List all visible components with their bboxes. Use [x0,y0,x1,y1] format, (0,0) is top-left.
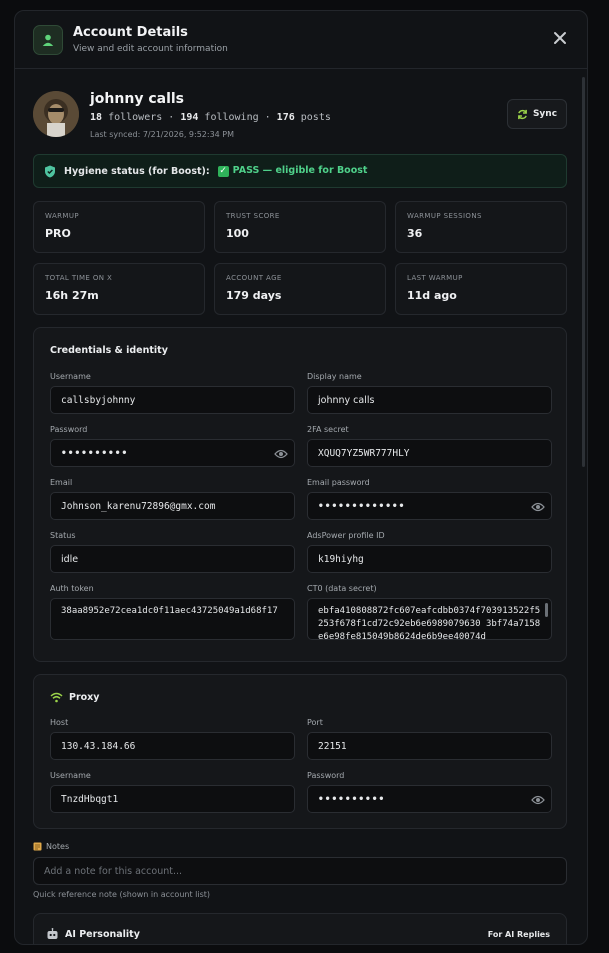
email-password-value: ••••••••••••• [318,500,406,512]
auth-token-label: Auth token [50,584,94,593]
password-field[interactable]: •••••••••• [50,439,295,467]
status-field[interactable]: idle [50,545,295,573]
stat-card-total-time: TOTAL TIME ON X 16h 27m [33,263,205,315]
stat-value: PRO [45,227,71,240]
robot-icon [47,928,58,939]
port-label: Port [307,718,323,727]
sync-button[interactable]: Sync [507,99,567,129]
refresh-icon [518,109,527,119]
textarea-scrollbar[interactable] [545,603,548,617]
shield-icon [45,165,55,177]
display-name-field[interactable]: johnny calls [307,386,552,414]
ct0-field[interactable]: ebfa410808872fc607eafcdbb0374f703913522f… [307,598,552,640]
port-field[interactable]: 22151 [307,732,552,760]
stat-value: 100 [226,227,249,240]
account-details-modal: Account Details View and edit account in… [14,10,588,945]
proxy-password-value: •••••••••• [318,793,386,805]
page-title: Account Details [73,25,188,40]
credentials-section: Credentials & identity Username callsbyj… [33,327,567,662]
notes-input[interactable]: Add a note for this account... [33,857,567,885]
user-icon [33,25,63,55]
stat-label: WARMUP SESSIONS [407,212,482,220]
stat-card-warmup: WARMUP PRO [33,201,205,253]
stat-value: 36 [407,227,423,240]
modal-header: Account Details View and edit account in… [15,11,587,69]
email-password-label: Email password [307,478,370,487]
stat-card-warmup-sessions: WARMUP SESSIONS 36 [395,201,567,253]
wifi-icon [50,692,63,703]
notepad-icon [33,842,42,851]
eye-icon[interactable] [531,501,545,513]
avatar [33,91,79,137]
proxy-username-field[interactable]: TnzdHbqgt1 [50,785,295,813]
hygiene-value: PASS — eligible for Boost [232,165,368,176]
stat-value: 11d ago [407,289,457,302]
auth-token-field[interactable]: 38aa8952e72cea1dc0f11aec43725049a1d68f17 [50,598,295,640]
notes-help: Quick reference note (shown in account l… [33,890,211,899]
stat-label: TOTAL TIME ON X [45,274,113,282]
status-label: Status [50,531,76,540]
followers-label: followers [108,112,163,123]
email-label: Email [50,478,73,487]
stat-value: 16h 27m [45,289,99,302]
following-count: 194 [180,112,199,123]
proxy-password-field[interactable]: •••••••••• [307,785,552,813]
adspower-field[interactable]: k19hiyhg [307,545,552,573]
hygiene-label: Hygiene status (for Boost): [64,165,210,177]
ct0-value: ebfa410808872fc607eafcdbb0374f703913522f… [318,606,541,640]
followers-count: 18 [90,112,103,123]
stat-card-trust-score: TRUST SCORE 100 [214,201,386,253]
display-name-label: Display name [307,372,362,381]
eye-icon[interactable] [531,794,545,806]
check-icon: ✓ [217,166,229,177]
sync-label: Sync [532,109,558,119]
follow-stats: 18 followers · 194 following · 176 posts [90,112,331,123]
host-field[interactable]: 130.43.184.66 [50,732,295,760]
stat-label: WARMUP [45,212,79,220]
stat-card-last-warmup: LAST WARMUP 11d ago [395,263,567,315]
twofa-label: 2FA secret [307,425,349,434]
password-value: •••••••••• [61,447,129,459]
stat-label: TRUST SCORE [226,212,280,220]
close-icon[interactable] [551,29,569,47]
following-label: following [204,112,259,123]
ai-title-text: AI Personality [65,928,140,940]
ai-personality-title: AI Personality [46,928,140,940]
stat-label: ACCOUNT AGE [226,274,282,282]
twofa-field[interactable]: XQUQ7YZ5WR777HLY [307,439,552,467]
username-field[interactable]: callsbyjohnny [50,386,295,414]
email-password-field[interactable]: ••••••••••••• [307,492,552,520]
last-synced: Last synced: 7/21/2026, 9:52:34 PM [90,130,235,139]
posts-count: 176 [276,112,295,123]
adspower-label: AdsPower profile ID [307,531,385,540]
notes-label-text: Notes [46,842,70,851]
modal-scrollbar[interactable] [582,77,585,467]
notes-label: Notes [33,842,69,851]
proxy-username-label: Username [50,771,91,780]
section-title: Proxy [50,692,100,703]
email-field[interactable]: Johnson_karenu72896@gmx.com [50,492,295,520]
proxy-title: Proxy [69,692,100,703]
ai-replies-label: For AI Replies [487,930,550,939]
proxy-password-label: Password [307,771,345,780]
ct0-label: CT0 (data secret) [307,584,377,593]
posts-label: posts [300,112,331,123]
stat-card-account-age: ACCOUNT AGE 179 days [214,263,386,315]
hygiene-status-banner: Hygiene status (for Boost): ✓ PASS — elig… [33,154,567,188]
username-label: Username [50,372,91,381]
stat-value: 179 days [226,289,282,302]
page-subtitle: View and edit account information [73,44,228,54]
account-name: johnny calls [90,91,184,107]
ai-personality-section: AI Personality For AI Replies [33,913,567,944]
password-label: Password [50,425,88,434]
stat-label: LAST WARMUP [407,274,463,282]
section-title: Credentials & identity [50,345,168,356]
proxy-section: Proxy Host 130.43.184.66 Port 22151 User… [33,674,567,829]
host-label: Host [50,718,69,727]
eye-icon[interactable] [274,448,288,460]
